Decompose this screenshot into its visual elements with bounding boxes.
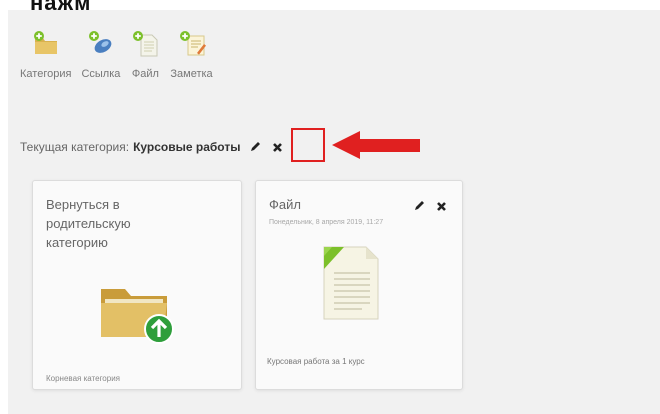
add-toolbar: Категория Ссылка Файл Заметка — [20, 28, 223, 80]
add-link-button[interactable]: Ссылка — [81, 28, 120, 80]
close-x-icon — [273, 142, 282, 152]
back-card-title: Вернуться в родительскую категорию — [46, 197, 131, 250]
add-note-button[interactable]: Заметка — [170, 28, 213, 80]
pencil-icon — [251, 142, 261, 151]
file-card-footer: Курсовая работа за 1 курс — [267, 357, 365, 366]
add-category-label: Категория — [20, 68, 72, 80]
delete-category-button[interactable] — [268, 138, 286, 156]
annotation-arrow-icon — [332, 131, 420, 159]
file-card-title: Файл — [269, 197, 301, 212]
close-x-icon — [436, 201, 446, 211]
pencil-icon — [415, 201, 424, 210]
add-category-button[interactable]: Категория — [20, 28, 71, 80]
edit-category-button[interactable] — [246, 138, 264, 156]
add-link-label: Ссылка — [81, 68, 121, 80]
current-category-label: Текущая категория: — [20, 140, 130, 154]
back-card-footer: Корневая категория — [46, 374, 121, 383]
add-file-button[interactable]: Файл — [130, 28, 160, 80]
add-file-label: Файл — [131, 68, 159, 80]
file-add-icon — [133, 31, 158, 57]
folder-add-icon — [33, 31, 57, 54]
add-note-label: Заметка — [170, 68, 213, 80]
delete-file-button[interactable] — [432, 197, 450, 215]
folder-up-icon — [101, 289, 174, 344]
document-icon — [323, 246, 379, 320]
file-card[interactable]: Файл Понедельник, 8 апреля 2019, 11:27 К… — [255, 180, 463, 390]
edit-file-button[interactable] — [410, 197, 428, 215]
file-card-date: Понедельник, 8 апреля 2019, 11:27 — [269, 219, 384, 226]
annotation-highlight-box — [291, 128, 325, 162]
link-add-icon — [88, 31, 112, 53]
current-category-name: Курсовые работы — [133, 140, 241, 154]
back-to-parent-card[interactable]: Вернуться в родительскую категорию Корне… — [32, 180, 242, 390]
current-category-line: Текущая категория: Курсовые работы — [20, 138, 286, 156]
file-card-actions — [410, 197, 450, 215]
note-add-icon — [179, 31, 206, 56]
